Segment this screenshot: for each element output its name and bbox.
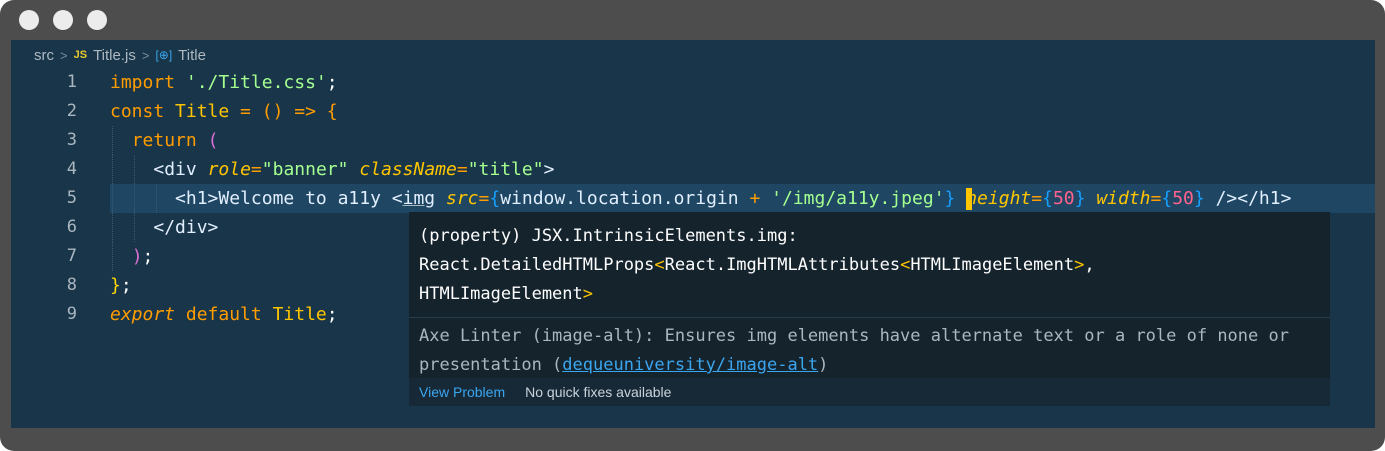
jsx-string: "title": [467, 159, 544, 180]
jsx-tag: >: [543, 159, 555, 180]
paren: ): [131, 246, 143, 267]
img-tag-error[interactable]: img: [403, 188, 436, 209]
signature-line-1: (property) JSX.IntrinsicElements.img:: [419, 226, 798, 246]
jsx-attr: className: [359, 159, 457, 180]
jsx-attr: height: [966, 188, 1032, 209]
punct: ,: [1084, 255, 1095, 275]
string: './Title.css': [185, 72, 327, 93]
no-quick-fixes-label: No quick fixes available: [525, 384, 672, 400]
window-controls: [19, 10, 107, 30]
line-number-gutter: 1 2 3 4 5 6 7 8 9: [11, 68, 91, 329]
identifier: Title: [175, 101, 230, 122]
jsx-string: "banner": [261, 159, 349, 180]
keyword: export: [110, 304, 176, 325]
window-frame: src > JS Title.js > [⊕] Title 1 2 3 4 5 …: [0, 0, 1385, 451]
line-number: 1: [66, 72, 77, 92]
string: '/img/a11y.jpeg': [771, 188, 945, 209]
keyword: default: [185, 304, 262, 325]
line-number: 5: [66, 188, 77, 208]
jsx-tag: <h1>: [175, 188, 219, 209]
hover-signature: (property) JSX.IntrinsicElements.img: Re…: [409, 212, 1330, 309]
js-file-icon: JS: [73, 49, 88, 61]
jsx-tag: </div>: [153, 217, 219, 238]
jsx-tag: /></h1>: [1215, 188, 1292, 209]
breadcrumb-symbol[interactable]: Title: [178, 47, 206, 64]
lint-description: Axe Linter (image-alt): Ensures img elem…: [409, 317, 1330, 380]
line-number: 7: [66, 246, 77, 266]
line-number: 2: [66, 101, 77, 121]
signature-line-2: React.DetailedHTMLProps<React.ImgHTMLAtt…: [419, 255, 1095, 275]
type-name: HTMLImageElement: [910, 255, 1075, 275]
indent-guide: [134, 184, 136, 213]
keyword: return: [131, 130, 197, 151]
line-number: 4: [66, 159, 77, 179]
jsx-attr: width: [1096, 188, 1151, 209]
chevron-right-icon: >: [60, 47, 68, 63]
punct: ): [818, 355, 829, 375]
punct: ;: [326, 72, 338, 93]
signature-line-3: HTMLImageElement>: [419, 284, 594, 304]
line-number: 9: [66, 304, 77, 324]
view-problem-link[interactable]: View Problem: [419, 384, 505, 400]
indent-guide: [156, 184, 158, 213]
punct: ;: [120, 275, 132, 296]
operator: = () => {: [229, 101, 338, 122]
indent-guide: [112, 155, 114, 184]
type-name: React.DetailedHTMLProps: [419, 255, 655, 275]
jsx-attr: src: [445, 188, 479, 209]
brace: }: [110, 275, 121, 296]
code-line-1[interactable]: import './Title.css';: [110, 68, 1375, 97]
number: 50: [1052, 188, 1075, 209]
symbol-variable-icon: [⊕]: [155, 48, 173, 62]
code-line-3[interactable]: return (: [110, 126, 1375, 155]
identifier: Title: [272, 304, 327, 325]
indent-guide: [112, 126, 114, 155]
jsx-tag: <: [391, 188, 403, 209]
jsx-text: Welcome to a11y: [218, 188, 392, 209]
type-name: HTMLImageElement: [419, 284, 583, 304]
line-number: 8: [66, 275, 77, 295]
breadcrumb: src > JS Title.js > [⊕] Title: [34, 45, 206, 65]
line-number: 3: [66, 130, 77, 150]
punct: ;: [142, 246, 154, 267]
keyword: import: [110, 72, 176, 93]
hover-status-bar: View Problem No quick fixes available: [409, 378, 1330, 406]
code-line-2[interactable]: const Title = () => {: [110, 97, 1375, 126]
keyword: const: [110, 101, 165, 122]
number: 50: [1172, 188, 1194, 209]
expression: window.location.origin: [500, 188, 739, 209]
operator: +: [749, 188, 761, 209]
indent-guide: [112, 213, 114, 242]
indent-guide: [134, 155, 136, 184]
close-dot[interactable]: [19, 10, 39, 30]
breadcrumb-src[interactable]: src: [34, 47, 54, 64]
indent-guide: [112, 184, 114, 213]
minimize-dot[interactable]: [53, 10, 73, 30]
maximize-dot[interactable]: [87, 10, 107, 30]
indent-guide: [134, 213, 136, 242]
hover-tooltip: (property) JSX.IntrinsicElements.img: Re…: [409, 212, 1330, 406]
chevron-right-icon: >: [141, 47, 150, 63]
breadcrumb-file[interactable]: Title.js: [93, 47, 136, 64]
jsx-attr: role: [207, 159, 251, 180]
line-number: 6: [66, 217, 77, 237]
indent-guide: [112, 242, 114, 271]
type-name: React.ImgHTMLAttributes: [664, 255, 901, 275]
code-line-5[interactable]: <h1>Welcome to a11y <img src={window.loc…: [110, 184, 1375, 213]
code-line-4[interactable]: <div role="banner" className="title">: [110, 155, 1375, 184]
paren: (: [207, 130, 219, 151]
rule-help-link[interactable]: dequeuniversity/image-alt: [562, 355, 818, 375]
punct: ;: [326, 304, 338, 325]
lint-message: Axe Linter (image-alt): Ensures img elem…: [419, 326, 1300, 375]
jsx-tag: <div: [153, 159, 197, 180]
